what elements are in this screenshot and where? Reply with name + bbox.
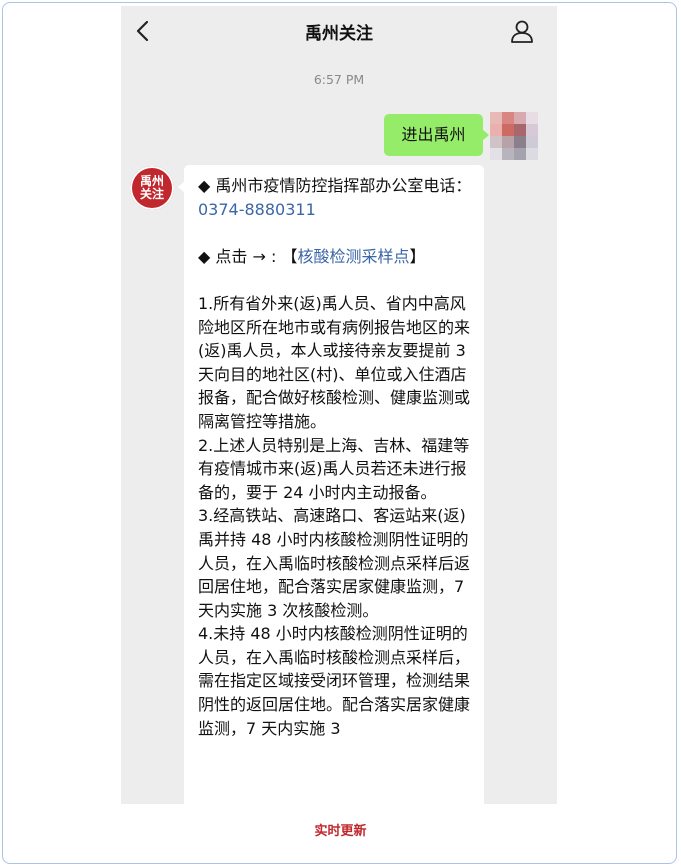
chat-title: 禹州关注 [305,24,373,44]
person-icon[interactable] [509,18,535,44]
user-avatar[interactable] [490,112,538,160]
click-prefix: ◆ 点击 → : [198,246,282,266]
chat-screen: 禹州关注 6:57 PM 进出禹州 禹州关注 ◆ 禹州市疫情防控指挥部办公室电话… [121,6,557,804]
office-phone-link[interactable]: 0374-8880311 [198,200,316,219]
top-bar: 禹州关注 [121,6,557,56]
notice-paragraph-3: 3.经高铁站、高速路口、客运站来(返)禹并持 48 小时内核酸检测阴性证明的人员… [198,506,471,620]
notice-paragraph-1: 1.所有省外来(返)禹人员、省内中高风险地区所在地市或有病例报告地区的来(返)禹… [198,293,471,431]
testing-sites-link[interactable]: 核酸检测采样点 [297,247,409,266]
message-timestamp: 6:57 PM [313,72,365,87]
received-message-bubble: ◆ 禹州市疫情防控指挥部办公室电话： 0374-8880311 ◆ 点击 → : … [178,165,484,804]
sent-message-bubble[interactable]: 进出禹州 [384,114,489,156]
avatar-text: 禹州关注 [139,174,164,201]
click-line: ◆ 点击 → : 【核酸检测采样点】 [198,245,474,269]
office-phone-line: ◆ 禹州市疫情防控指挥部办公室电话： 0374-8880311 [198,174,474,221]
official-account-avatar[interactable]: 禹州关注 [130,166,174,210]
notice-paragraph-2: 2.上述人员特别是上海、吉林、福建等有疫情城市来(返)禹人员若还未进行报备的，要… [198,435,470,502]
bracket-open: 【 [281,246,298,266]
realtime-update-label[interactable]: 实时更新 [0,820,681,839]
notice-paragraph-4: 4.未持 48 小时内核酸检测阴性证明的人员，在入禹临时核酸检测点采样后，需在指… [198,624,471,738]
bracket-close: 】 [409,246,426,266]
office-line-prefix: ◆ 禹州市疫情防控指挥部办公室电话： [198,176,472,195]
